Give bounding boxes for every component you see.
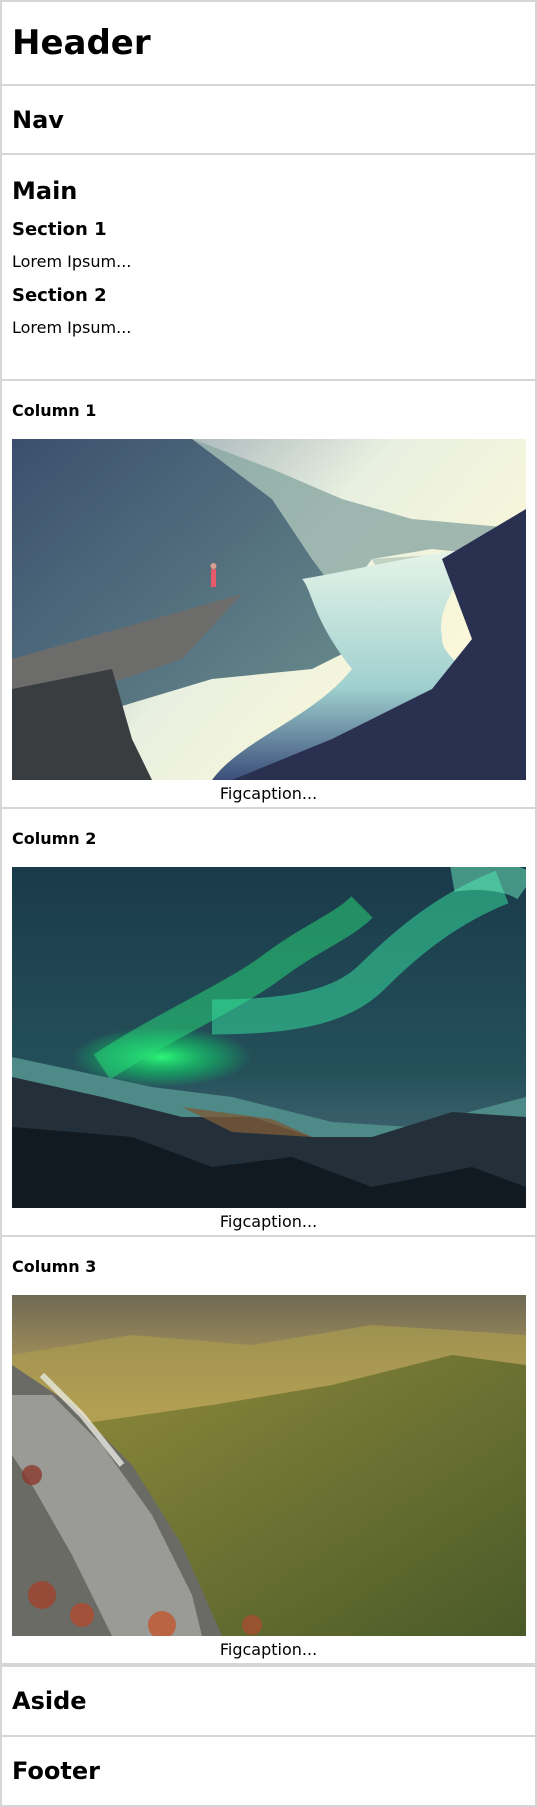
column-title: Column 1 bbox=[12, 401, 97, 420]
section-2: Section 2 Lorem Ipsum... bbox=[12, 285, 525, 337]
figcaption: Figcaption... bbox=[219, 1212, 318, 1231]
aside-title: Aside bbox=[12, 1687, 87, 1715]
nav-title: Nav bbox=[12, 105, 64, 134]
header-title: Header bbox=[12, 23, 151, 63]
column-title: Column 3 bbox=[12, 1257, 97, 1276]
section-body: Lorem Ipsum... bbox=[12, 318, 132, 337]
column-3: Column 3 Figcaption... bbox=[0, 1235, 537, 1665]
page: Header Nav Main Section 1 Lorem Ipsum...… bbox=[0, 0, 537, 1807]
page-nav: Nav bbox=[0, 84, 537, 155]
figcaption: Figcaption... bbox=[219, 784, 318, 803]
section-body: Lorem Ipsum... bbox=[12, 252, 132, 271]
column-1: Column 1 Figcaption... bbox=[0, 379, 537, 809]
fjord-cliff-image bbox=[12, 439, 526, 780]
column-title: Column 2 bbox=[12, 829, 97, 848]
forest-valley-image bbox=[12, 1295, 526, 1636]
page-footer: Footer bbox=[0, 1735, 537, 1807]
figcaption: Figcaption... bbox=[219, 1640, 318, 1659]
page-main: Main Section 1 Lorem Ipsum... Section 2 … bbox=[0, 153, 537, 381]
section-title: Section 2 bbox=[12, 285, 107, 306]
section-1: Section 1 Lorem Ipsum... bbox=[12, 219, 525, 271]
page-aside: Aside bbox=[0, 1665, 537, 1737]
section-title: Section 1 bbox=[12, 219, 107, 240]
main-title: Main bbox=[12, 177, 78, 205]
column-2: Column 2 Figcaption... bbox=[0, 807, 537, 1237]
page-header: Header bbox=[0, 0, 537, 86]
footer-title: Footer bbox=[12, 1757, 100, 1785]
aurora-image bbox=[12, 867, 526, 1208]
